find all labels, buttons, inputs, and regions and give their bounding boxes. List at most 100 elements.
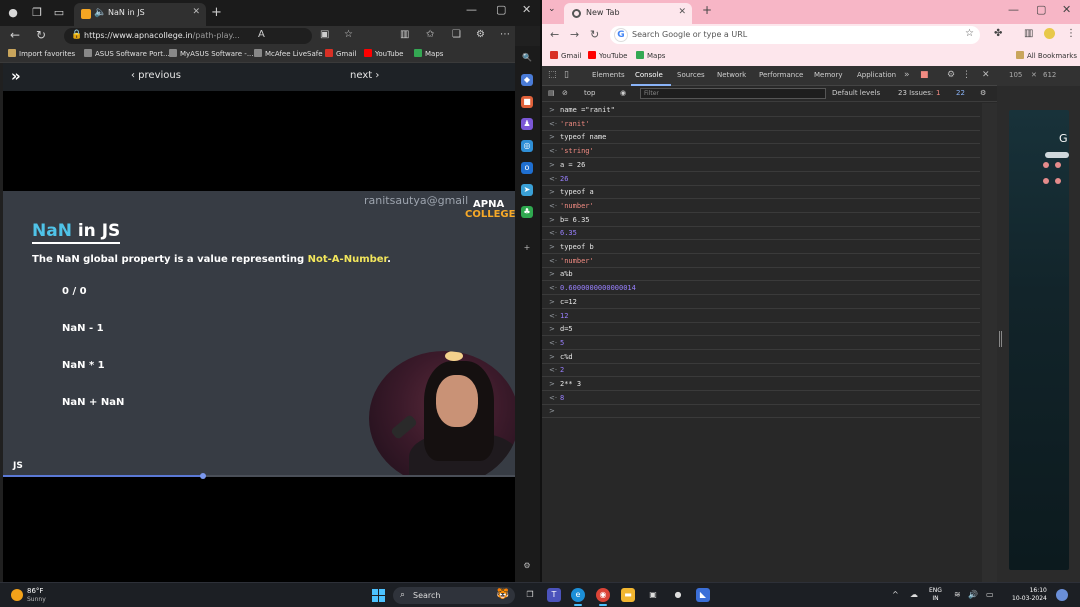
extensions-icon[interactable]: ✤ — [994, 28, 1002, 39]
bookmark-maps[interactable]: Maps — [636, 51, 665, 60]
devtools-close-icon[interactable]: ✕ — [982, 70, 990, 80]
task-view-icon[interactable]: ❐ — [523, 588, 537, 602]
favorites-icon[interactable]: ✩ — [426, 29, 434, 40]
side-panel-icon[interactable]: ▥ — [1024, 28, 1033, 39]
next-button[interactable]: next › — [350, 70, 379, 81]
console-scrollbar[interactable] — [982, 103, 997, 582]
sidebar-outlook-icon[interactable]: o — [521, 162, 533, 174]
bookmark-star-icon[interactable]: ☆ — [965, 28, 974, 39]
back-icon[interactable]: ← — [550, 28, 559, 41]
devtools-more-icon[interactable]: ⋮ — [962, 70, 971, 80]
bookmark-import-favorites[interactable]: Import favorites — [8, 49, 75, 58]
taskbar-search[interactable]: ⌕ Search 🐯 — [393, 587, 515, 604]
store-icon[interactable]: ▣ — [646, 588, 660, 602]
tab-console[interactable]: Console — [635, 71, 663, 79]
chrome-tab-active[interactable]: New Tab ✕ — [564, 3, 692, 24]
teams-icon[interactable]: T — [547, 588, 561, 602]
bookmark-asus-software-portal[interactable]: ASUS Software Port... — [84, 49, 170, 58]
tab-application[interactable]: Application — [857, 71, 896, 79]
inspect-element-icon[interactable]: ⬚ — [548, 70, 557, 80]
language-indicator[interactable]: ENG IN — [929, 587, 942, 603]
previous-button[interactable]: ‹ previous — [131, 70, 181, 81]
tab-sources[interactable]: Sources — [677, 71, 705, 79]
all-bookmarks[interactable]: All Bookmarks — [1016, 51, 1077, 60]
favorite-star-icon[interactable]: ☆ — [344, 29, 353, 40]
sidebar-tree-icon[interactable]: ♣ — [521, 206, 533, 218]
bookmark-gmail[interactable]: Gmail — [325, 49, 356, 58]
progress-handle[interactable] — [199, 473, 206, 479]
battery-icon[interactable]: ▭ — [986, 590, 994, 599]
edge-taskbar-icon[interactable]: e — [571, 588, 585, 606]
maximize-icon[interactable]: ▢ — [1036, 3, 1046, 16]
bookmark-mcafee[interactable]: McAfee LiveSafe — [254, 49, 323, 58]
sidebar-copilot-icon[interactable]: ◎ — [521, 140, 533, 152]
clear-console-icon[interactable]: ⊘ — [562, 89, 568, 97]
console-filter-input[interactable]: Filter — [640, 88, 826, 99]
sidebar-search-icon[interactable]: 🔍 — [521, 52, 533, 64]
clock[interactable]: 16:10 10-03-2024 — [1012, 587, 1047, 603]
profile-icon[interactable]: ● — [5, 5, 21, 21]
address-bar[interactable]: 🔒 https://www.apnacollege.in/path-play..… — [64, 28, 312, 44]
devtools-settings-icon[interactable]: ⚙ — [947, 70, 955, 80]
sidebar-shopping-icon[interactable]: ◆ — [521, 74, 533, 86]
resize-handle[interactable] — [999, 331, 1002, 347]
sidebar-add-icon[interactable]: + — [521, 242, 533, 254]
tab-network[interactable]: Network — [717, 71, 746, 79]
profile-avatar-icon[interactable] — [1044, 28, 1055, 39]
log-levels-dropdown[interactable]: Default levels — [832, 89, 880, 97]
maximize-icon[interactable]: ▢ — [496, 3, 506, 16]
bookmark-myasus[interactable]: MyASUS Software -... — [169, 49, 254, 58]
bookmark-youtube[interactable]: YouTube — [588, 51, 627, 60]
video-progress-bar[interactable] — [3, 473, 515, 479]
tab-actions-icon[interactable]: ▭ — [51, 5, 67, 21]
context-selector[interactable]: top — [584, 89, 595, 97]
lock-icon[interactable]: 🔒 — [71, 30, 82, 40]
minimize-icon[interactable]: — — [466, 3, 477, 16]
sidebar-games-icon[interactable]: ♟ — [521, 118, 533, 130]
error-badge-icon[interactable]: ■ — [920, 70, 929, 80]
console-prompt[interactable]: > — [542, 404, 980, 419]
refresh-icon[interactable]: ↻ — [590, 28, 599, 41]
extensions-icon[interactable]: ⚙ — [476, 29, 485, 40]
expand-menu-icon[interactable]: » — [11, 67, 21, 85]
eye-icon[interactable]: ◉ — [620, 89, 626, 97]
tab-performance[interactable]: Performance — [759, 71, 803, 79]
new-tab-icon[interactable]: + — [702, 3, 712, 17]
more-menu-icon[interactable]: ⋮ — [1066, 28, 1076, 39]
console-settings-icon[interactable]: ⚙ — [980, 89, 986, 97]
issues-count[interactable]: 23 Issues: — [898, 89, 933, 97]
sidebar-toggle-icon[interactable]: ▥ — [400, 29, 409, 40]
tab-search-dropdown-icon[interactable]: ⌄ — [548, 4, 556, 14]
video-player[interactable]: » ‹ previous next › ranitsautya@gmail AP… — [3, 63, 515, 582]
start-button[interactable] — [372, 589, 385, 602]
vscode-icon[interactable]: ◣ — [696, 588, 710, 602]
back-icon[interactable]: ← — [10, 28, 20, 42]
forward-icon[interactable]: → — [570, 28, 579, 41]
wifi-icon[interactable]: ≋ — [954, 590, 961, 599]
bookmark-maps[interactable]: Maps — [414, 49, 443, 58]
more-menu-icon[interactable]: ⋯ — [500, 29, 510, 40]
edge-tab-active[interactable]: 🔈 NaN in JS ✕ — [74, 3, 206, 26]
read-aloud-icon[interactable]: A — [258, 29, 265, 40]
minimize-icon[interactable]: — — [1008, 3, 1019, 16]
file-explorer-icon[interactable]: ▬ — [621, 588, 635, 602]
close-window-icon[interactable]: ✕ — [522, 3, 531, 16]
volume-icon[interactable]: 🔊 — [968, 590, 978, 599]
more-tabs-icon[interactable]: » — [904, 70, 910, 80]
tab-elements[interactable]: Elements — [592, 71, 625, 79]
new-tab-icon[interactable]: + — [211, 5, 222, 20]
speaker-icon[interactable]: 🔈 — [94, 7, 106, 18]
tab-memory[interactable]: Memory — [814, 71, 842, 79]
tray-chevron-icon[interactable]: ^ — [892, 590, 899, 599]
sidebar-toggle-icon[interactable]: ▤ — [548, 89, 555, 97]
close-window-icon[interactable]: ✕ — [1062, 3, 1071, 16]
collections-icon[interactable]: ❏ — [452, 29, 461, 40]
device-toolbar-icon[interactable]: ▯ — [564, 70, 569, 80]
github-icon[interactable]: ● — [671, 588, 685, 602]
new-tab-page-preview[interactable]: G — [1009, 110, 1069, 570]
notifications-icon[interactable] — [1056, 589, 1068, 601]
refresh-icon[interactable]: ↻ — [36, 28, 46, 42]
sidebar-send-icon[interactable]: ➤ — [521, 184, 533, 196]
sidebar-tools-icon[interactable]: ■ — [521, 96, 533, 108]
onedrive-icon[interactable]: ☁ — [910, 590, 918, 599]
